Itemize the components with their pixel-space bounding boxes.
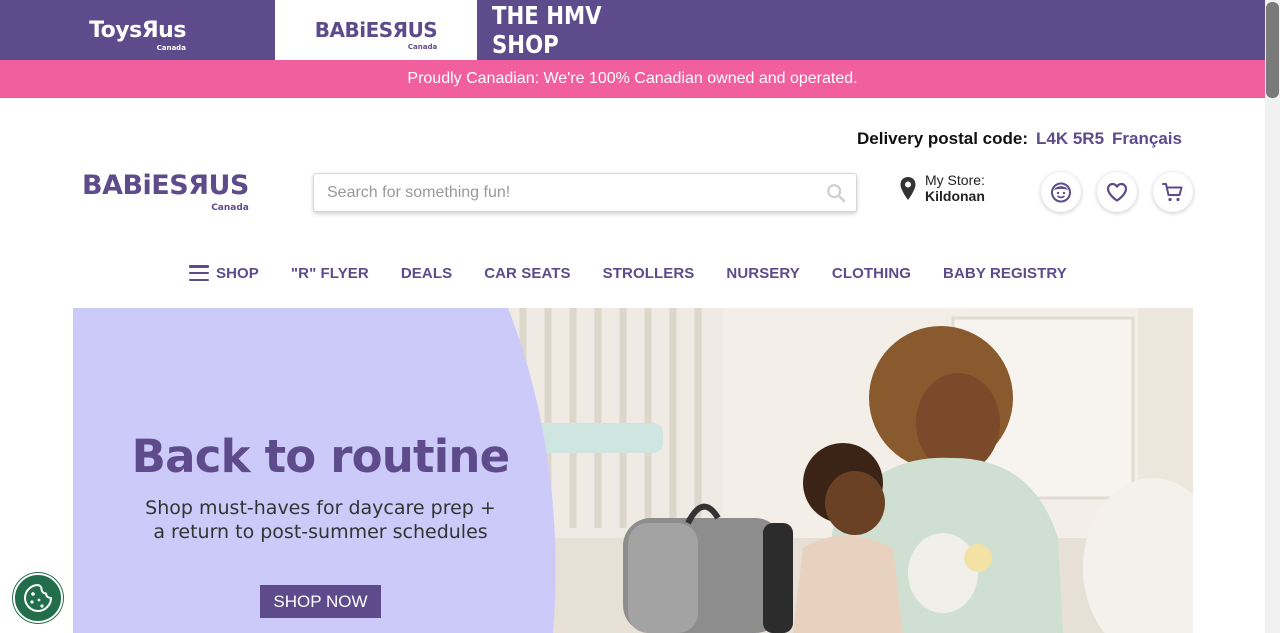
toysrus-logo-sub: Canada	[156, 43, 186, 52]
cookie-settings-button[interactable]	[13, 573, 63, 623]
hmv-logo-text: THE HMV SHOP	[492, 1, 602, 59]
hero-subtitle: Shop must-haves for daycare prep + a ret…	[73, 496, 568, 544]
store-text: My Store: Kildonan	[925, 172, 985, 204]
delivery-info: Delivery postal code: L4K 5R5 Français	[857, 129, 1182, 149]
search-bar	[313, 173, 857, 212]
babiesrus-tab-logo-sub: Canada	[407, 43, 438, 51]
hero-subtitle-line-1: Shop must-haves for daycare prep +	[145, 497, 496, 519]
wishlist-button[interactable]	[1097, 172, 1137, 212]
brand-tab-hmv[interactable]: THE HMV SHOP	[477, 0, 677, 60]
heart-icon	[1106, 182, 1128, 202]
nav-nursery[interactable]: NURSERY	[726, 265, 800, 282]
hero-title: Back to routine	[131, 430, 510, 483]
nav-shop[interactable]: SHOP	[189, 265, 259, 282]
babiesrus-logo-text: BABiESЯUS	[82, 170, 249, 201]
search-input[interactable]	[314, 183, 814, 202]
store-label: My Store:	[925, 172, 985, 188]
nav-car-seats[interactable]: CAR SEATS	[484, 265, 570, 282]
brand-switcher-bar: ToysЯus Canada BABiESЯUS Canada THE HMV …	[0, 0, 1265, 60]
toysrus-logo: ToysЯus Canada	[89, 17, 186, 52]
babiesrus-logo: BABiESЯUS Canada	[82, 170, 249, 213]
shop-now-button[interactable]: SHOP NOW	[260, 585, 381, 618]
nav-deals[interactable]: DEALS	[401, 265, 452, 282]
nav-strollers[interactable]: STROLLERS	[603, 265, 695, 282]
cart-button[interactable]	[1153, 172, 1193, 212]
account-button[interactable]	[1041, 172, 1081, 212]
site-logo[interactable]: BABiESЯUS Canada	[82, 170, 249, 213]
hero-subtitle-line-2: a return to post-summer schedules	[153, 521, 488, 543]
babiesrus-tab-logo: BABiESЯUS Canada	[314, 18, 438, 51]
account-face-icon	[1051, 182, 1071, 203]
map-pin-icon	[900, 177, 916, 200]
page-scrollbar[interactable]	[1265, 0, 1280, 633]
language-toggle[interactable]: Français	[1112, 129, 1182, 149]
delivery-label: Delivery postal code:	[857, 129, 1029, 148]
nav-baby-registry[interactable]: BABY REGISTRY	[943, 265, 1067, 282]
cookie-icon	[24, 584, 52, 612]
promo-banner: Proudly Canadian: We're 100% Canadian ow…	[0, 60, 1265, 98]
promo-text: Proudly Canadian: We're 100% Canadian ow…	[407, 70, 858, 87]
postal-code-link[interactable]: L4K 5R5	[1036, 129, 1104, 149]
hero-banner[interactable]: Back to routine Shop must-haves for dayc…	[73, 308, 1193, 633]
babiesrus-tab-logo-text: BABiESЯUS	[314, 18, 438, 42]
nav-clothing[interactable]: CLOTHING	[832, 265, 911, 282]
my-store[interactable]: My Store: Kildonan	[899, 172, 985, 204]
cart-icon	[1162, 183, 1183, 202]
brand-tab-babiesrus[interactable]: BABiESЯUS Canada	[275, 0, 477, 60]
nav-shop-label: SHOP	[216, 264, 259, 282]
search-icon[interactable]	[825, 182, 847, 204]
brand-tab-toysrus[interactable]: ToysЯus Canada	[0, 0, 275, 60]
babiesrus-logo-sub: Canada	[211, 203, 249, 213]
main-navigation: SHOP "R" FLYER DEALS CAR SEATS STROLLERS…	[189, 262, 1067, 284]
store-name: Kildonan	[925, 188, 985, 204]
hamburger-icon	[189, 265, 209, 281]
nav-r-flyer[interactable]: "R" FLYER	[291, 265, 369, 282]
toysrus-logo-text: ToysЯus	[89, 17, 186, 43]
scrollbar-thumb[interactable]	[1266, 2, 1279, 98]
